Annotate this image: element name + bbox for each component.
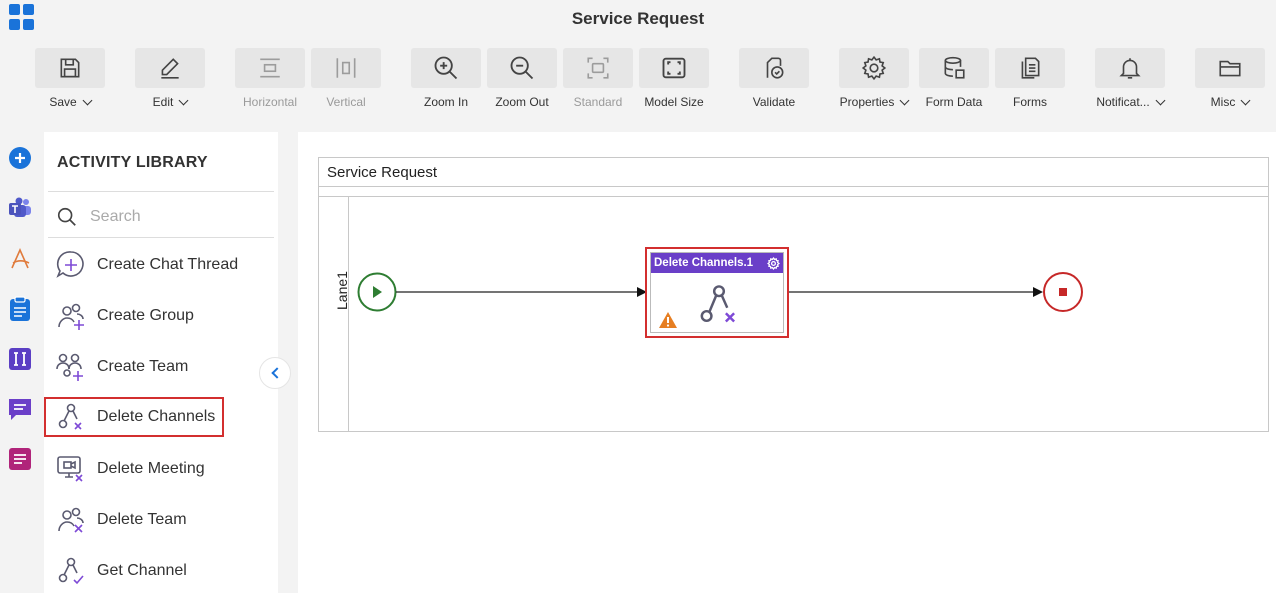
sequence-flow[interactable] <box>786 287 1043 297</box>
channels-delete-icon <box>700 285 736 323</box>
start-event[interactable] <box>357 272 397 312</box>
end-event[interactable] <box>1043 272 1083 312</box>
activity-node-delete-channels[interactable]: Delete Channels.1 <box>645 247 789 338</box>
warning-icon <box>659 312 677 328</box>
gear-icon[interactable] <box>767 256 780 270</box>
sequence-flow[interactable] <box>396 287 647 297</box>
process-flows <box>357 272 1083 312</box>
activity-node-title: Delete Channels.1 <box>654 257 754 269</box>
